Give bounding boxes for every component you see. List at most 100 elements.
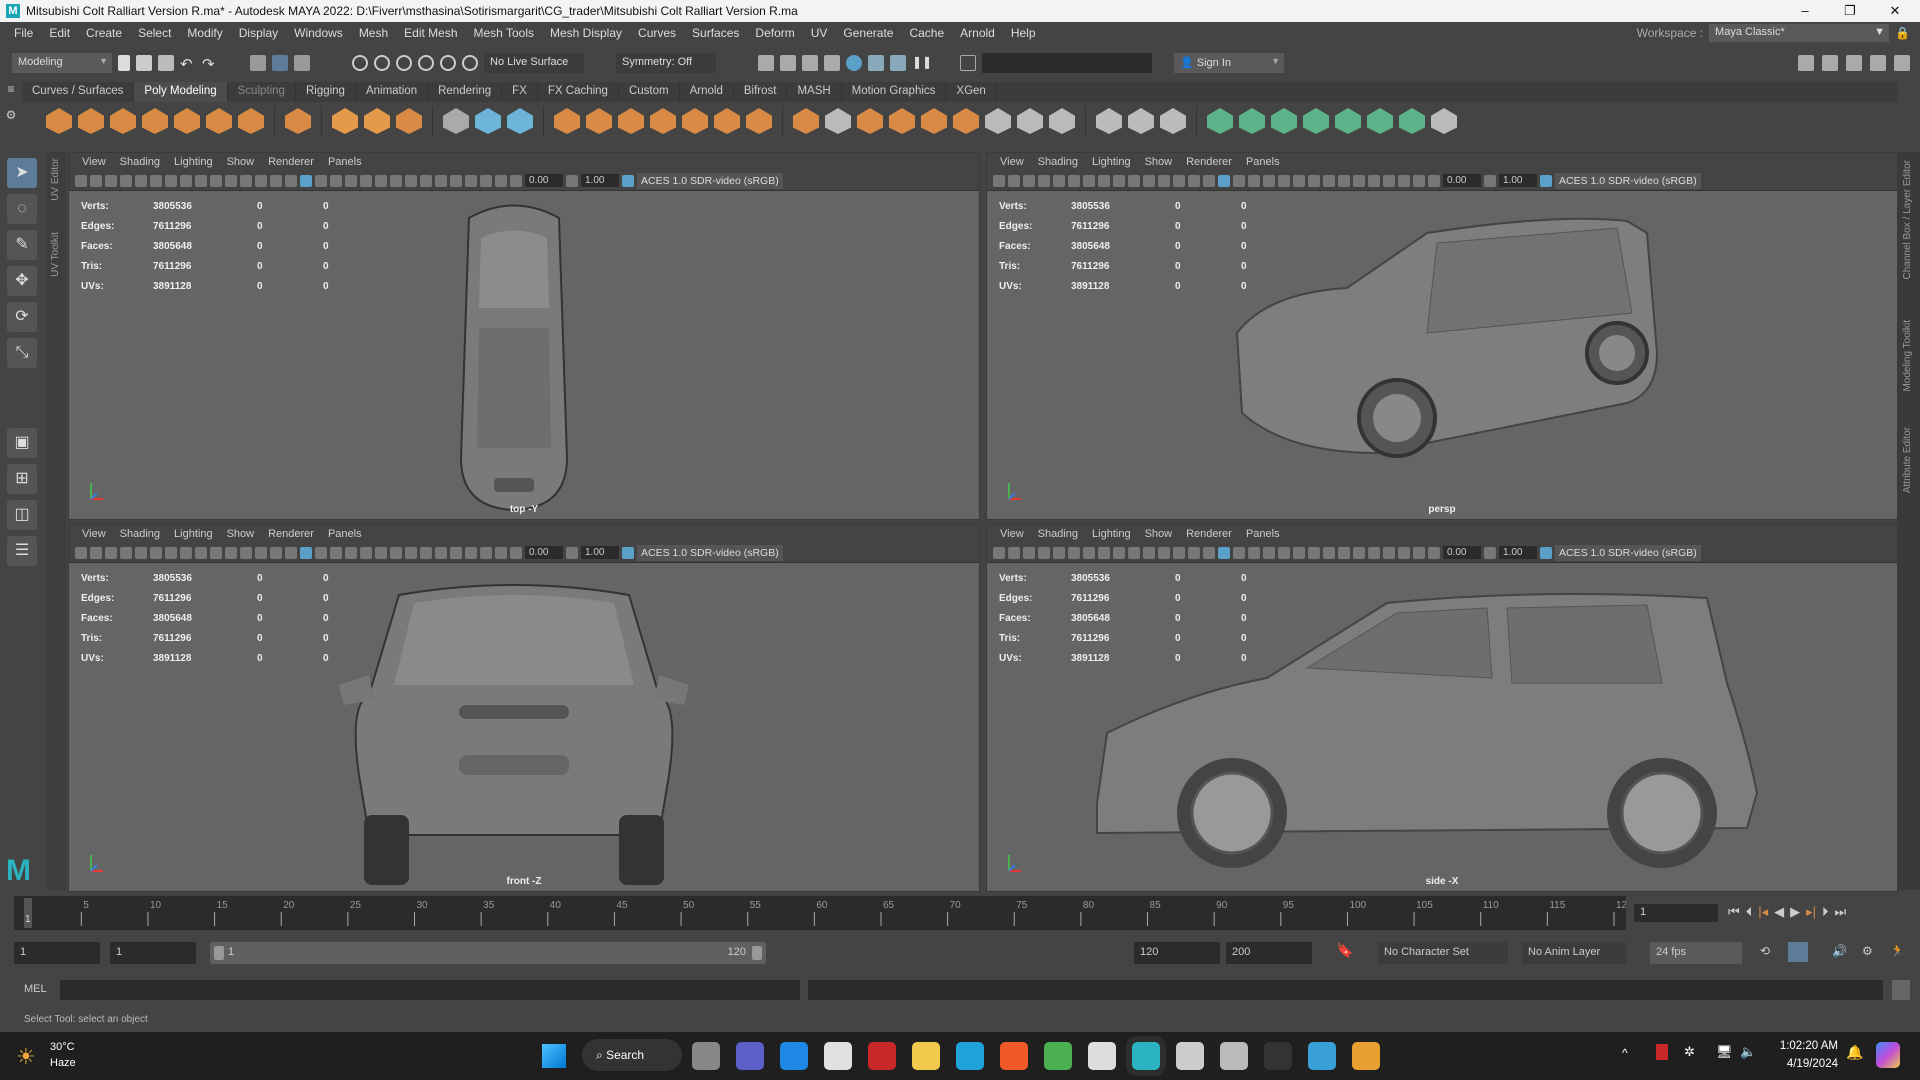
backface-icon[interactable]	[1413, 546, 1425, 559]
go-to-end-icon[interactable]: ⏭	[1835, 904, 1847, 920]
modeling-toolkit-tab[interactable]: Modeling Toolkit	[1902, 320, 1913, 392]
poly-cone-icon[interactable]	[142, 108, 168, 134]
viewport-menu-renderer[interactable]: Renderer	[1179, 528, 1239, 540]
default-material-icon[interactable]	[1233, 174, 1245, 187]
character-set-dropdown[interactable]: No Character Set	[1378, 942, 1508, 964]
range-start-handle[interactable]	[214, 946, 224, 960]
menu-set-dropdown[interactable]: Modeling ▼	[12, 53, 112, 73]
2d-pan-icon[interactable]	[1068, 546, 1080, 559]
animation-end-field[interactable]: 200	[1226, 942, 1312, 964]
xray-active-icon[interactable]	[480, 546, 492, 559]
maximize-button[interactable]: ❐	[1830, 0, 1870, 22]
snap-point-icon[interactable]	[396, 55, 412, 71]
color-space-dropdown[interactable]: ACES 1.0 SDR-video (sRGB)	[637, 544, 783, 561]
outliner-layout-icon[interactable]: ☰	[7, 536, 37, 566]
color-management-toggle-icon[interactable]	[1540, 174, 1552, 187]
shelf-tab-mash[interactable]: MASH	[787, 82, 842, 102]
viewport-top[interactable]: View Shading Lighting Show Renderer Panels 0.0…	[68, 152, 980, 520]
poly-disc-icon[interactable]	[238, 108, 264, 134]
poly-cube-icon[interactable]	[78, 108, 104, 134]
chrome-icon[interactable]	[1044, 1042, 1072, 1070]
viewport-menu-view[interactable]: View	[993, 156, 1031, 168]
playback-start-field[interactable]: 1	[110, 942, 196, 964]
antialias-icon[interactable]	[420, 546, 432, 559]
super-shape-icon[interactable]	[332, 108, 358, 134]
grease-pencil-icon[interactable]	[165, 174, 177, 187]
image-plane-icon[interactable]	[135, 174, 147, 187]
film-gate-icon[interactable]	[1113, 174, 1125, 187]
viewport-menu-panels[interactable]: Panels	[321, 528, 369, 540]
bridge-icon[interactable]	[825, 108, 851, 134]
uv-cylindrical-icon[interactable]	[1239, 108, 1265, 134]
use-lights-icon[interactable]	[360, 546, 372, 559]
boolean-icon[interactable]	[1017, 108, 1043, 134]
sound-icon[interactable]: 🔊	[1832, 944, 1847, 958]
go-to-start-icon[interactable]: ⏮	[1728, 904, 1740, 920]
viewport-menu-shading[interactable]: Shading	[1031, 156, 1085, 168]
channel-box-tab[interactable]: Channel Box / Layer Editor	[1902, 160, 1913, 280]
menu-edit[interactable]: Edit	[41, 26, 78, 40]
menu-edit-mesh[interactable]: Edit Mesh	[396, 26, 465, 40]
backface-icon[interactable]	[495, 546, 507, 559]
motion-blur-icon[interactable]	[1323, 174, 1335, 187]
wireframe-icon[interactable]	[285, 174, 297, 187]
network-icon[interactable]: 🖥	[1716, 1044, 1733, 1060]
field-chart-icon[interactable]	[240, 174, 252, 187]
uv-unfold-icon[interactable]	[1399, 108, 1425, 134]
menu-windows[interactable]: Windows	[286, 26, 351, 40]
store-icon[interactable]	[824, 1042, 852, 1070]
live-surface-field[interactable]: No Live Surface	[484, 53, 584, 73]
freeze-icon[interactable]	[507, 108, 533, 134]
remesh-icon[interactable]	[714, 108, 740, 134]
color-management-toggle-icon[interactable]	[622, 174, 634, 187]
resolution-gate-icon[interactable]	[1128, 546, 1140, 559]
loop-icon[interactable]: ⟲	[1760, 944, 1770, 958]
gamma-field[interactable]: 1.00	[581, 546, 619, 559]
uv-spherical-icon[interactable]	[1271, 108, 1297, 134]
field-chart-icon[interactable]	[240, 546, 252, 559]
film-gate-icon[interactable]	[1113, 546, 1125, 559]
xray-joints-icon[interactable]	[465, 546, 477, 559]
save-scene-icon[interactable]	[158, 55, 174, 71]
ambient-occlusion-icon[interactable]	[390, 174, 402, 187]
color-management-toggle-icon[interactable]	[1540, 546, 1552, 559]
step-forward-icon[interactable]: ⏵	[1822, 904, 1829, 920]
fps-dropdown[interactable]: 24 fps	[1650, 942, 1742, 964]
camera-icon[interactable]	[75, 174, 87, 187]
select-hierarchy-icon[interactable]	[250, 55, 266, 71]
uv-planar-icon[interactable]	[1207, 108, 1233, 134]
depth-of-field-icon[interactable]	[1353, 546, 1365, 559]
character-controls-icon[interactable]	[1822, 55, 1838, 71]
xray-icon[interactable]	[345, 546, 357, 559]
wireframe-on-shaded-icon[interactable]	[1248, 174, 1260, 187]
play-backward-icon[interactable]: ◀	[1774, 904, 1784, 920]
weather-temp[interactable]: 30°C	[50, 1041, 75, 1053]
shadows-icon[interactable]	[375, 546, 387, 559]
menu-cache[interactable]: Cache	[901, 26, 952, 40]
poly-plane-icon[interactable]	[206, 108, 232, 134]
wps-icon[interactable]	[868, 1042, 896, 1070]
safe-title-icon[interactable]	[270, 174, 282, 187]
menu-display[interactable]: Display	[231, 26, 286, 40]
current-frame-field[interactable]: 1	[1634, 904, 1718, 922]
antialias-icon[interactable]	[420, 174, 432, 187]
bookmark-icon[interactable]: 🔖	[1336, 942, 1353, 959]
car-model[interactable]	[439, 198, 589, 518]
menu-modify[interactable]: Modify	[179, 26, 230, 40]
viewport-menu-panels[interactable]: Panels	[1239, 156, 1287, 168]
gamma-field[interactable]: 1.00	[1499, 174, 1537, 187]
viewport-menu-view[interactable]: View	[75, 528, 113, 540]
viewport-front[interactable]: View Shading Lighting Show Renderer Panels 0.0…	[68, 524, 980, 892]
tool-settings-icon[interactable]	[1870, 55, 1886, 71]
viewport-menu-shading[interactable]: Shading	[113, 156, 167, 168]
exposure-field[interactable]: 0.00	[525, 546, 563, 559]
camera-attr-icon[interactable]	[1023, 174, 1035, 187]
xray-icon[interactable]	[1263, 174, 1275, 187]
bevel-icon[interactable]	[857, 108, 883, 134]
animation-preferences-icon[interactable]: ⚙	[1862, 944, 1873, 958]
grid-icon[interactable]	[180, 174, 192, 187]
ambient-occlusion-icon[interactable]	[390, 546, 402, 559]
shelf-tab-rendering[interactable]: Rendering	[428, 82, 503, 102]
render-view-icon[interactable]	[868, 55, 884, 71]
viewport-persp[interactable]: View Shading Lighting Show Renderer Panels 0.0…	[986, 152, 1898, 520]
